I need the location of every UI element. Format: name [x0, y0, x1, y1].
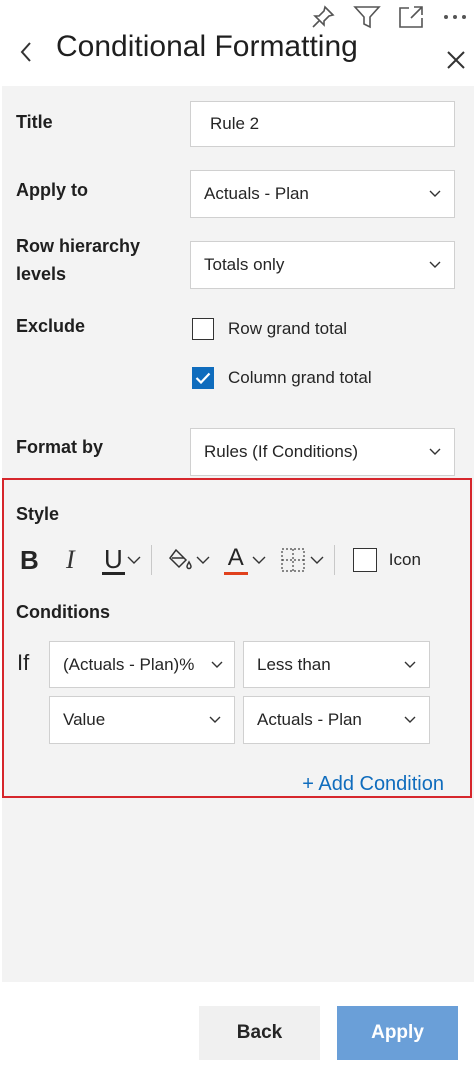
condition-2-field-value: Value: [63, 710, 106, 729]
condition-1-operator-value: Less than: [257, 654, 331, 674]
borders-icon: [281, 548, 305, 572]
format-by-label: Format by: [16, 437, 104, 457]
more-icon[interactable]: [440, 2, 470, 32]
chevron-down-icon: [196, 553, 210, 567]
condition-2-field-dropdown[interactable]: Value: [49, 696, 235, 744]
style-toolbar: B I U A Icon: [20, 540, 421, 580]
close-icon[interactable]: [442, 46, 470, 74]
chevron-down-icon: [127, 553, 141, 567]
row-hierarchy-label-line2: levels: [16, 264, 67, 284]
title-label: Title: [16, 112, 53, 132]
condition-2-value-dropdown[interactable]: Actuals - Plan: [243, 696, 430, 744]
chevron-down-icon: [210, 658, 224, 672]
back-arrow-icon[interactable]: [14, 38, 38, 66]
chevron-down-icon: [403, 658, 417, 672]
icon-checkbox[interactable]: [352, 548, 377, 572]
apply-to-label: Apply to: [16, 180, 88, 200]
row-hierarchy-label-line1: Row hierarchy: [16, 236, 141, 256]
exclude-column-grand-total[interactable]: Column grand total: [192, 367, 372, 389]
row-grand-total-checkbox[interactable]: [192, 318, 214, 340]
apply-to-dropdown[interactable]: Actuals - Plan: [190, 170, 455, 218]
format-by-dropdown[interactable]: Rules (If Conditions): [190, 428, 455, 476]
chevron-down-icon: [252, 553, 266, 567]
font-color-button[interactable]: A: [223, 543, 266, 575]
fill-color-button[interactable]: [168, 548, 210, 572]
condition-1-field-dropdown[interactable]: (Actuals - Plan)%: [49, 641, 235, 688]
italic-button[interactable]: I: [66, 545, 80, 575]
filter-icon[interactable]: [352, 2, 382, 32]
row-grand-total-label: Row grand total: [228, 319, 348, 338]
chevron-down-icon: [208, 713, 222, 727]
toolbar-divider: [150, 545, 152, 575]
icon-toggle[interactable]: Icon: [352, 548, 421, 572]
chevron-down-icon: [428, 187, 442, 201]
borders-button[interactable]: [280, 547, 324, 573]
title-input[interactable]: Rule 2: [190, 101, 455, 147]
icon-label: Icon: [388, 550, 421, 569]
rule-section-highlight: [2, 478, 472, 798]
style-heading: Style: [16, 504, 60, 524]
top-icon-bar: [294, 0, 470, 34]
conditions-heading: Conditions: [16, 602, 110, 622]
font-color-swatch: [223, 571, 248, 575]
apply-button[interactable]: Apply: [337, 1006, 458, 1060]
pin-icon[interactable]: [308, 2, 338, 32]
add-condition-link[interactable]: + Add Condition: [302, 773, 444, 796]
underline-button[interactable]: U: [102, 546, 141, 575]
page-title: Conditional Formatting: [56, 30, 358, 63]
chevron-down-icon: [310, 553, 324, 567]
row-hierarchy-dropdown[interactable]: Totals only: [190, 241, 455, 289]
back-button[interactable]: Back: [199, 1006, 320, 1060]
toolbar-divider: [333, 545, 335, 575]
underline-glyph: U: [102, 543, 125, 575]
paint-bucket-icon: [168, 548, 192, 570]
column-grand-total-checkbox[interactable]: [192, 367, 214, 389]
font-color-glyph-wrap: A: [223, 543, 248, 575]
row-hierarchy-value: Totals only: [204, 255, 285, 274]
checkmark-icon: [195, 372, 211, 384]
format-by-value: Rules (If Conditions): [204, 442, 359, 461]
condition-1-field-value: (Actuals - Plan)%: [63, 654, 195, 674]
title-input-value: Rule 2: [210, 114, 260, 133]
column-grand-total-label: Column grand total: [228, 368, 372, 387]
bold-button[interactable]: B: [20, 545, 42, 576]
chevron-down-icon: [403, 713, 417, 727]
if-label: If: [17, 650, 30, 675]
apply-to-value: Actuals - Plan: [204, 184, 309, 203]
condition-1-operator-dropdown[interactable]: Less than: [243, 641, 430, 688]
condition-2-value-value: Actuals - Plan: [257, 710, 362, 729]
exclude-row-grand-total[interactable]: Row grand total: [192, 318, 347, 340]
chevron-down-icon: [428, 258, 442, 272]
font-color-glyph: A: [227, 543, 244, 571]
exclude-label: Exclude: [16, 316, 86, 336]
chevron-down-icon: [428, 445, 442, 459]
expand-icon[interactable]: [396, 2, 426, 32]
